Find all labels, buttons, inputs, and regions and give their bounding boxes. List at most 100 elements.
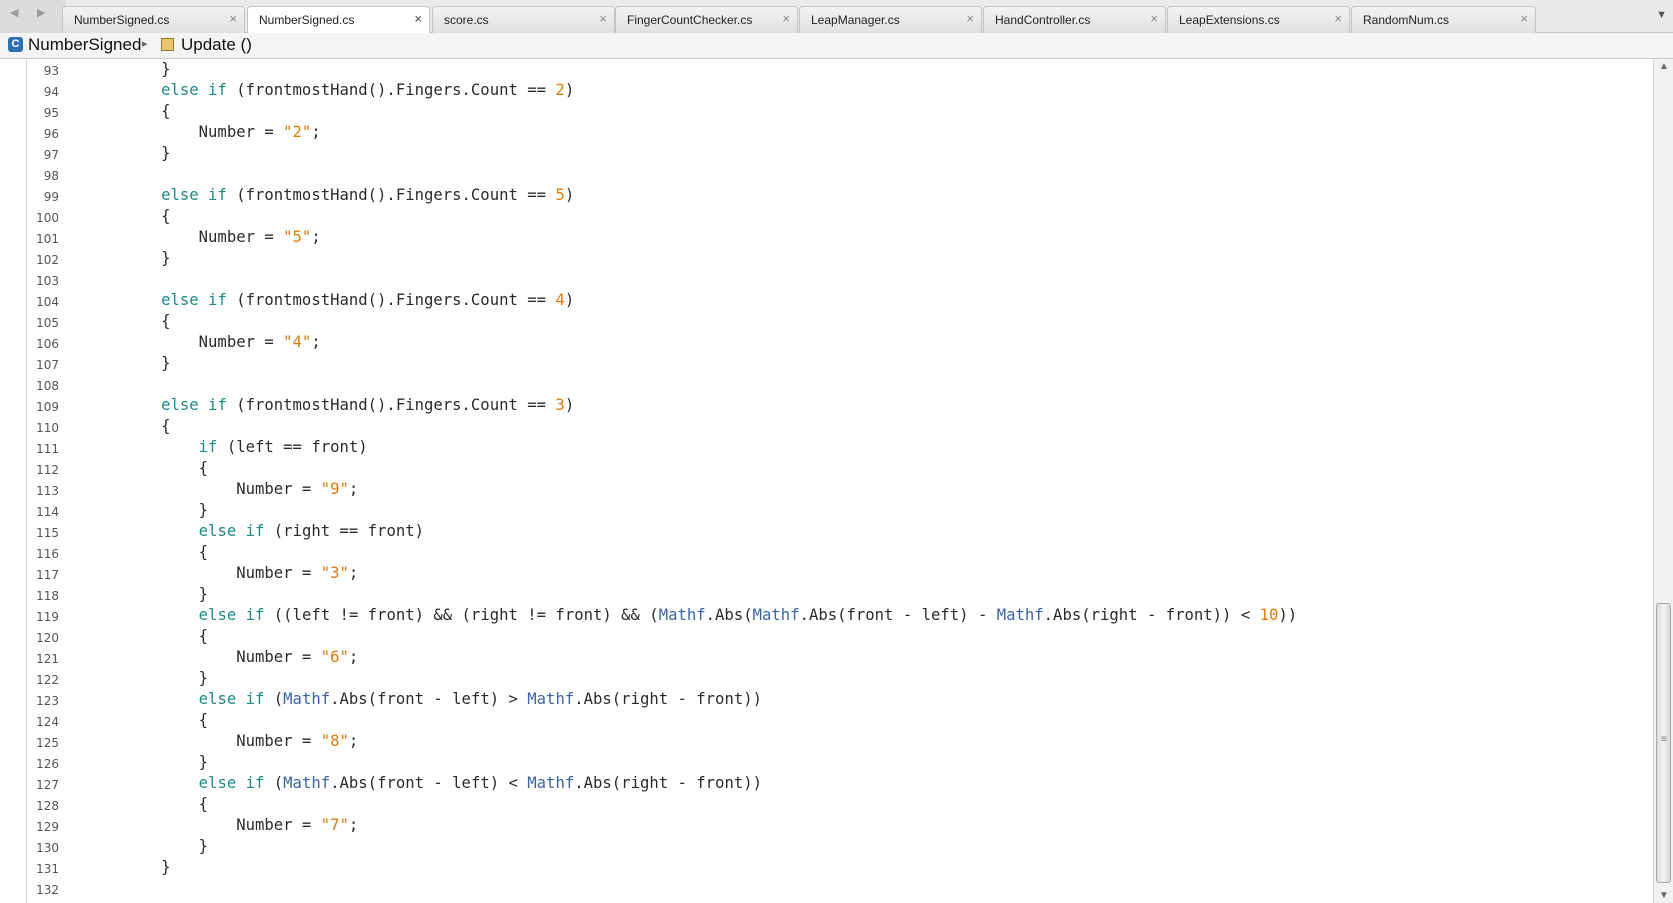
code-token: 10 [1259,606,1279,624]
code-text: else if (frontmostHand().Fingers.Count =… [86,186,574,204]
code-token: Number = [86,228,284,246]
code-line[interactable]: 110 { [26,416,1650,437]
grip-icon: ≡ [1661,734,1667,745]
code-token: Number = [86,732,321,750]
code-line[interactable]: 125 Number = "8"; [26,731,1650,752]
code-token: Mathf [283,690,331,708]
code-text: else if (right == front) [86,522,424,540]
close-tab-icon[interactable]: × [1150,11,1158,26]
code-line[interactable]: 104 else if (frontmostHand().Fingers.Cou… [26,290,1650,311]
code-line[interactable]: 101 Number = "5"; [26,227,1650,248]
code-token: ) [564,396,575,414]
close-tab-icon[interactable]: × [1520,11,1528,26]
code-line[interactable]: 115 else if (right == front) [26,521,1650,542]
breadcrumb-class[interactable]: NumberSigned [28,35,141,55]
tab-6[interactable]: HandController.cs × [983,6,1166,33]
tab-7[interactable]: LeapExtensions.cs × [1167,6,1350,33]
code-line[interactable]: 116 { [26,542,1650,563]
code-line[interactable]: 127 else if (Mathf.Abs(front - left) < M… [26,773,1650,794]
line-number: 127 [36,778,59,792]
code-line[interactable]: 113 Number = "9"; [26,479,1650,500]
code-line[interactable]: 94 else if (frontmostHand().Fingers.Coun… [26,80,1650,101]
code-line[interactable]: 126 } [26,752,1650,773]
code-token: ; [311,333,321,351]
code-text: } [86,585,208,603]
tab-list-menu-icon[interactable]: ▼ [1656,9,1667,21]
code-line[interactable]: 120 { [26,626,1650,647]
code-token: ) [564,186,575,204]
code-line[interactable]: 98 [26,164,1650,185]
scroll-tabs-left-icon[interactable]: ◀ [10,6,18,19]
tab-2[interactable]: NumberSigned.cs × [247,6,430,34]
code-token: ) [564,81,575,99]
code-line[interactable]: 102 } [26,248,1650,269]
code-token: "5" [283,228,312,246]
code-token: else if [161,186,227,204]
code-line[interactable]: 117 Number = "3"; [26,563,1650,584]
code-line[interactable]: 97 } [26,143,1650,164]
code-line[interactable]: 118 } [26,584,1650,605]
code-line[interactable]: 124 { [26,710,1650,731]
tab-1[interactable]: NumberSigned.cs × [62,6,245,33]
code-line[interactable]: 106 Number = "4"; [26,332,1650,353]
code-text: Number = "6"; [86,648,358,666]
tab-5[interactable]: LeapManager.cs × [799,6,982,33]
vertical-scrollbar[interactable]: ▲ ≡ ▼ [1653,59,1673,903]
code-token: Number = [86,816,321,834]
code-token: "8" [320,732,349,750]
code-token: { [86,102,171,120]
close-tab-icon[interactable]: × [782,11,790,26]
code-line[interactable]: 129 Number = "7"; [26,815,1650,836]
close-tab-icon[interactable]: × [414,11,422,26]
code-line[interactable]: 95 { [26,101,1650,122]
code-line[interactable]: 93 } [26,59,1650,80]
code-line[interactable]: 100 { [26,206,1650,227]
code-token: { [86,207,171,225]
close-tab-icon[interactable]: × [599,11,607,26]
line-number: 98 [43,169,59,183]
code-token: ; [348,564,359,582]
close-tab-icon[interactable]: × [1334,11,1342,26]
code-text: Number = "7"; [86,816,358,834]
tab-8[interactable]: RandomNum.cs × [1351,6,1536,33]
breadcrumb-separator-icon: ▸ [142,38,148,50]
scrollbar-thumb[interactable]: ≡ [1656,603,1671,883]
code-line[interactable]: 108 [26,374,1650,395]
code-token: { [86,417,171,435]
line-number: 129 [36,820,59,834]
code-token: } [86,144,171,162]
code-line[interactable]: 105 { [26,311,1650,332]
code-line[interactable]: 128 { [26,794,1650,815]
scroll-up-icon[interactable]: ▲ [1659,61,1669,72]
close-tab-icon[interactable]: × [966,11,974,26]
code-line[interactable]: 109 else if (frontmostHand().Fingers.Cou… [26,395,1650,416]
code-line[interactable]: 99 else if (frontmostHand().Fingers.Coun… [26,185,1650,206]
code-line[interactable]: 132 [26,878,1650,899]
code-line[interactable]: 96 Number = "2"; [26,122,1650,143]
code-line[interactable]: 122 } [26,668,1650,689]
code-text: else if ((left != front) && (right != fr… [86,606,1298,624]
code-line[interactable]: 119 else if ((left != front) && (right !… [26,605,1650,626]
code-line[interactable]: 112 { [26,458,1650,479]
code-line[interactable]: 123 else if (Mathf.Abs(front - left) > M… [26,689,1650,710]
scroll-down-icon[interactable]: ▼ [1659,890,1669,901]
code-token: { [86,543,209,561]
code-text: { [86,417,171,435]
code-token: } [86,753,209,771]
code-line[interactable]: 131 } [26,857,1650,878]
code-line[interactable]: 111 if (left == front) [26,437,1650,458]
scroll-tabs-right-icon[interactable]: ▶ [37,6,45,19]
tab-3[interactable]: score.cs × [432,6,615,33]
code-line[interactable]: 114 } [26,500,1650,521]
line-number: 96 [43,127,59,141]
breadcrumb-method[interactable]: Update () [181,35,252,55]
code-editor[interactable]: 93 } 94 else if (frontmostHand().Fingers.… [0,59,1673,903]
code-line[interactable]: 107 } [26,353,1650,374]
tab-4[interactable]: FingerCountChecker.cs × [615,6,798,33]
code-line[interactable]: 121 Number = "6"; [26,647,1650,668]
code-line[interactable]: 130 } [26,836,1650,857]
code-line[interactable]: 103 [26,269,1650,290]
close-tab-icon[interactable]: × [229,11,237,26]
